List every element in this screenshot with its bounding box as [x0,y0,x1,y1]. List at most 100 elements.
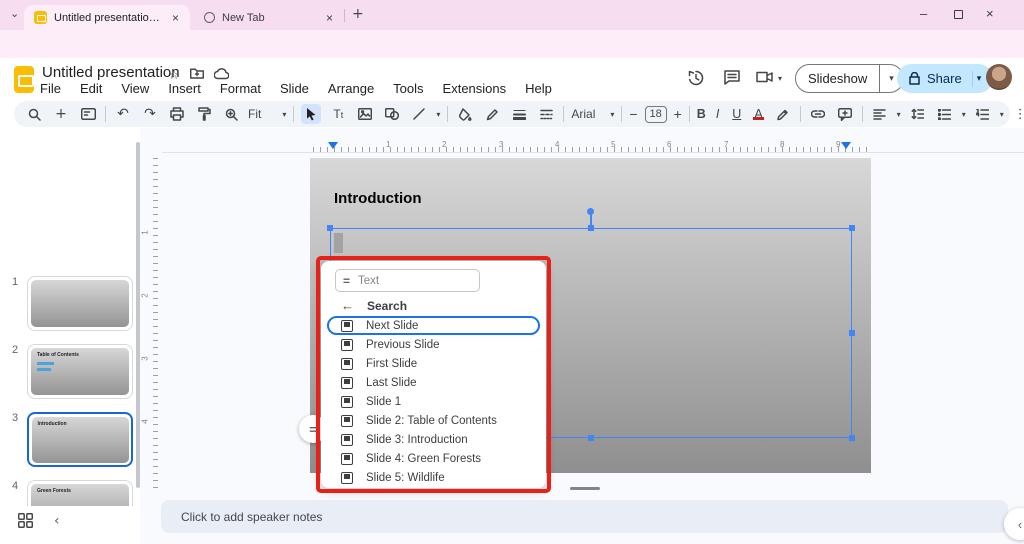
resize-handle-rm[interactable] [849,330,855,336]
indent-marker-left[interactable] [328,142,338,149]
paint-format-icon[interactable] [194,104,214,124]
insert-link-icon[interactable] [808,104,828,124]
speaker-notes-bar[interactable]: Click to add speaker notes [161,500,1008,533]
filmstrip-scrollbar[interactable] [136,142,140,488]
slide-title-text[interactable]: Introduction [334,190,421,207]
insert-image-icon[interactable] [355,104,375,124]
align-icon[interactable] [870,104,890,124]
cloud-saved-icon[interactable] [214,68,229,80]
font-size-input[interactable]: 18 [645,106,667,123]
redo-icon[interactable]: ↷ [140,104,160,124]
indent-marker-right[interactable] [841,142,851,149]
resize-handle-tl[interactable] [327,225,333,231]
resize-handle-br[interactable] [849,435,855,441]
rotation-handle[interactable] [587,208,594,215]
resize-handle-bm[interactable] [588,435,594,441]
new-slide-layout-icon[interactable] [78,104,98,124]
tab-active[interactable]: Untitled presentation - Google × [24,5,190,30]
line-spacing-icon[interactable] [908,104,928,124]
font-dropdown-icon[interactable]: ▾ [610,110,614,119]
underline-icon[interactable]: U [729,107,744,121]
window-minimize-icon[interactable]: – [920,6,927,21]
search-back-row[interactable]: ← Search [341,298,407,313]
popup-item-slide-4[interactable]: Slide 4: Green Forests [327,449,540,468]
account-avatar[interactable] [986,64,1012,90]
share-dropdown-icon[interactable]: ▾ [972,71,982,87]
text-box-icon[interactable]: Tt [328,104,348,124]
new-tab-icon[interactable]: + [352,7,364,21]
search-menus-icon[interactable] [24,104,44,124]
popup-item-next-slide[interactable]: Next Slide [327,316,540,335]
add-comment-icon[interactable] [835,104,855,124]
menu-tools[interactable]: Tools [393,81,423,96]
zoom-icon[interactable] [221,104,241,124]
font-size-decrease-icon[interactable]: − [629,106,637,122]
document-title[interactable]: Untitled presentation [42,64,180,81]
numbered-list-icon[interactable] [973,104,993,124]
popup-item-slide-1[interactable]: Slide 1 [327,392,540,411]
undo-icon[interactable]: ↶ [113,104,133,124]
bulleted-list-dropdown-icon[interactable]: ▾ [962,110,966,119]
font-size-increase-icon[interactable]: + [674,106,682,122]
slide-thumbnail-3-selected[interactable]: Introduction [27,412,133,467]
menu-view[interactable]: View [121,81,149,96]
slide-thumbnail-1[interactable] [27,276,133,331]
menu-help[interactable]: Help [525,81,552,96]
grid-view-icon[interactable] [18,513,33,528]
popup-item-first-slide[interactable]: First Slide [327,354,540,373]
fill-color-icon[interactable] [455,104,475,124]
camera-dropdown-icon[interactable]: ▾ [778,74,782,83]
tab-search-icon[interactable]: ⌄ [10,8,19,19]
meet-camera-icon[interactable] [756,71,773,83]
comments-icon[interactable] [724,70,740,85]
back-arrow-icon[interactable]: ← [341,298,354,313]
popup-item-slide-2[interactable]: Slide 2: Table of Contents [327,411,540,430]
insert-shape-icon[interactable] [382,104,402,124]
tab-close-icon[interactable]: × [172,11,179,25]
popup-item-last-slide[interactable]: Last Slide [327,373,540,392]
menu-insert[interactable]: Insert [168,81,201,96]
numbered-list-dropdown-icon[interactable]: ▾ [1000,110,1004,119]
menu-slide[interactable]: Slide [280,81,309,96]
border-dash-icon[interactable] [536,104,556,124]
bold-icon[interactable]: B [697,107,706,121]
zoom-dropdown-icon[interactable]: ▾ [282,110,286,119]
tab-new-tab[interactable]: New Tab × [196,5,344,30]
line-dropdown-icon[interactable]: ▾ [436,110,440,119]
popup-item-previous-slide[interactable]: Previous Slide [327,335,540,354]
select-tool-icon[interactable] [301,104,321,124]
border-weight-icon[interactable] [509,104,529,124]
collapse-filmstrip-icon[interactable]: ‹ [54,514,60,528]
menu-edit[interactable]: Edit [80,81,102,96]
menu-arrange[interactable]: Arrange [328,81,374,96]
resize-handle-tr[interactable] [849,225,855,231]
italic-icon[interactable]: I [713,107,722,121]
window-maximize-icon[interactable] [954,10,963,19]
slide-thumbnail-2[interactable]: Table of Contents [27,344,133,399]
popup-item-slide-3[interactable]: Slide 3: Introduction [327,430,540,449]
font-family-select[interactable]: Arial [571,107,595,121]
insert-line-icon[interactable] [409,104,429,124]
zoom-select[interactable]: Fit [248,107,261,121]
window-close-icon[interactable]: × [986,6,994,21]
menu-extensions[interactable]: Extensions [443,81,507,96]
tab-close-icon[interactable]: × [326,11,333,25]
align-dropdown-icon[interactable]: ▾ [897,110,901,119]
new-slide-icon[interactable]: + [51,104,71,124]
menu-file[interactable]: File [40,81,61,96]
toolbar-more-icon[interactable]: ⋮ [1011,108,1024,121]
menu-format[interactable]: Format [220,81,261,96]
slideshow-button[interactable]: Slideshow ▾ [795,64,904,93]
link-text-input[interactable] [358,275,458,287]
highlight-color-icon[interactable] [773,104,793,124]
border-color-icon[interactable] [482,104,502,124]
move-folder-icon[interactable] [190,68,204,80]
horizontal-scroll-dash[interactable] [570,487,600,490]
text-color-icon[interactable]: A [751,107,765,121]
resize-handle-tm[interactable] [588,225,594,231]
version-history-icon[interactable] [688,70,704,86]
bulleted-list-icon[interactable] [935,104,955,124]
share-button[interactable]: Share ▾ [897,64,993,93]
slides-logo-icon[interactable] [14,66,34,93]
popup-item-slide-5[interactable]: Slide 5: Wildlife [327,468,540,487]
